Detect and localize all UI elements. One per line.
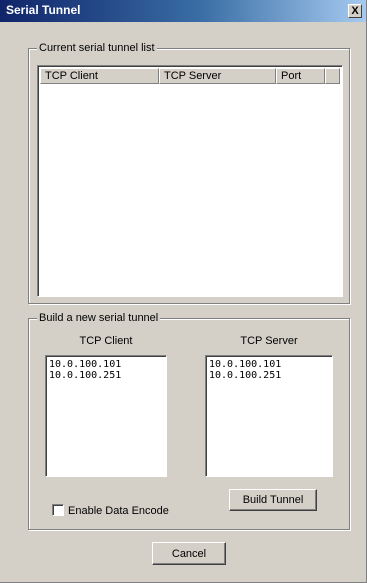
tunnel-list-header: TCP Client TCP Server Port [40, 68, 340, 84]
tcp-server-label: TCP Server [240, 335, 298, 347]
window-title: Serial Tunnel [6, 3, 81, 17]
tcp-client-item[interactable]: 10.0.100.251 [46, 370, 166, 381]
build-tunnel-group: Build a new serial tunnel TCP Client TCP… [28, 312, 350, 530]
close-icon: X [351, 4, 359, 17]
tcp-client-label: TCP Client [79, 335, 133, 347]
enable-data-encode-label[interactable]: Enable Data Encode [68, 505, 169, 517]
column-header-tcp-client[interactable]: TCP Client [40, 68, 159, 84]
tunnel-list-view[interactable]: TCP Client TCP Server Port [37, 65, 343, 297]
tcp-server-item[interactable]: 10.0.100.101 [206, 359, 332, 370]
tcp-server-listbox[interactable]: 10.0.100.101 10.0.100.251 [205, 355, 333, 477]
build-tunnel-group-label: Build a new serial tunnel [37, 312, 161, 324]
cancel-button[interactable]: Cancel [152, 542, 226, 565]
current-tunnel-group-label: Current serial tunnel list [37, 42, 157, 54]
title-bar[interactable]: Serial Tunnel X [0, 0, 366, 22]
serial-tunnel-dialog: Serial Tunnel X Current serial tunnel li… [0, 0, 367, 583]
enable-data-encode-checkbox[interactable] [52, 504, 64, 516]
column-header-spacer [325, 68, 340, 84]
build-tunnel-button[interactable]: Build Tunnel [229, 489, 317, 511]
column-header-port[interactable]: Port [276, 68, 325, 84]
tcp-client-listbox[interactable]: 10.0.100.101 10.0.100.251 [45, 355, 167, 477]
tcp-client-item[interactable]: 10.0.100.101 [46, 359, 166, 370]
close-button[interactable]: X [348, 4, 362, 18]
column-header-tcp-server[interactable]: TCP Server [159, 68, 276, 84]
current-tunnel-group: Current serial tunnel list TCP Client TC… [28, 42, 350, 304]
tcp-server-item[interactable]: 10.0.100.251 [206, 370, 332, 381]
